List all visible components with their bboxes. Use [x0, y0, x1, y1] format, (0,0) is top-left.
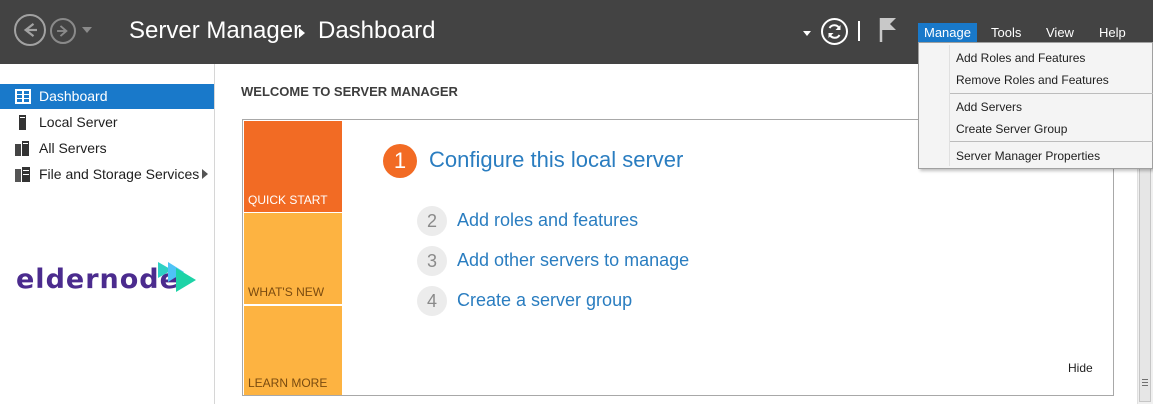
menu-manage[interactable]: Manage: [918, 23, 977, 42]
manage-dropdown-menu: Add Roles and Features Remove Roles and …: [918, 42, 1153, 169]
eldernode-logo: eldernode: [16, 260, 196, 300]
configure-local-server-link[interactable]: Configure this local server: [429, 147, 683, 173]
menu-item-properties[interactable]: Server Manager Properties: [956, 149, 1100, 163]
sidebar-item-local-server[interactable]: Local Server: [0, 110, 214, 135]
tab-label: LEARN MORE: [248, 376, 328, 390]
menu-divider: [950, 93, 1153, 94]
menu-gutter: [949, 45, 950, 166]
nav-history-dropdown-icon[interactable]: [82, 27, 92, 33]
grip-line: [1142, 379, 1148, 380]
step-number-2: 2: [417, 206, 447, 236]
breadcrumb-server-manager[interactable]: Server Manager: [129, 17, 301, 45]
forward-arrow-icon[interactable]: [50, 18, 76, 44]
menu-item-add-servers[interactable]: Add Servers: [956, 100, 1022, 114]
chevron-right-icon[interactable]: [202, 169, 208, 179]
flag-icon[interactable]: [878, 16, 898, 47]
add-roles-features-link[interactable]: Add roles and features: [457, 210, 638, 231]
tab-quick-start[interactable]: QUICK START: [244, 121, 342, 212]
sidebar: Dashboard Local Server All Servers File …: [0, 64, 215, 404]
menu-item-remove-roles[interactable]: Remove Roles and Features: [956, 73, 1109, 87]
toolbar-divider: [858, 21, 860, 41]
menu-item-create-server-group[interactable]: Create Server Group: [956, 122, 1067, 136]
add-other-servers-link[interactable]: Add other servers to manage: [457, 250, 689, 271]
tab-label: QUICK START: [248, 193, 328, 207]
sidebar-item-label: File and Storage Services: [39, 166, 200, 182]
step-number-4: 4: [417, 286, 447, 316]
sidebar-item-label: Dashboard: [39, 88, 108, 104]
step-number-3: 3: [417, 246, 447, 276]
scrollbar-thumb[interactable]: [1139, 164, 1151, 402]
sidebar-item-file-storage[interactable]: File and Storage Services: [0, 162, 214, 187]
page-title: WELCOME TO SERVER MANAGER: [241, 84, 458, 99]
storage-icon: [15, 167, 30, 182]
tab-label: WHAT'S NEW: [248, 285, 325, 299]
breadcrumb-separator-icon: [299, 28, 305, 38]
sidebar-item-dashboard[interactable]: Dashboard: [0, 84, 214, 109]
logo-text: eldernode: [16, 264, 179, 295]
play-arrows-icon: [158, 262, 196, 292]
grip-line: [1142, 382, 1148, 383]
menu-tools[interactable]: Tools: [985, 23, 1027, 42]
dashboard-icon: [15, 89, 31, 104]
sidebar-item-label: Local Server: [39, 114, 118, 130]
create-server-group-link[interactable]: Create a server group: [457, 290, 632, 311]
menu-divider: [950, 141, 1153, 142]
hide-button[interactable]: Hide: [1068, 361, 1093, 375]
refresh-icon[interactable]: [821, 18, 848, 45]
menu-help[interactable]: Help: [1093, 23, 1132, 42]
chevron-down-icon[interactable]: [803, 31, 811, 36]
breadcrumb-dashboard: Dashboard: [318, 17, 436, 44]
grip-line: [1142, 385, 1148, 386]
sidebar-item-label: All Servers: [39, 140, 107, 156]
tab-learn-more[interactable]: LEARN MORE: [244, 306, 342, 395]
tab-whats-new[interactable]: WHAT'S NEW: [244, 213, 342, 304]
menu-view[interactable]: View: [1040, 23, 1080, 42]
step-number-1: 1: [383, 144, 417, 178]
server-icon: [19, 115, 26, 130]
menu-item-add-roles[interactable]: Add Roles and Features: [956, 51, 1085, 65]
back-arrow-icon[interactable]: [14, 14, 46, 46]
servers-icon: [15, 141, 29, 156]
sidebar-item-all-servers[interactable]: All Servers: [0, 136, 214, 161]
